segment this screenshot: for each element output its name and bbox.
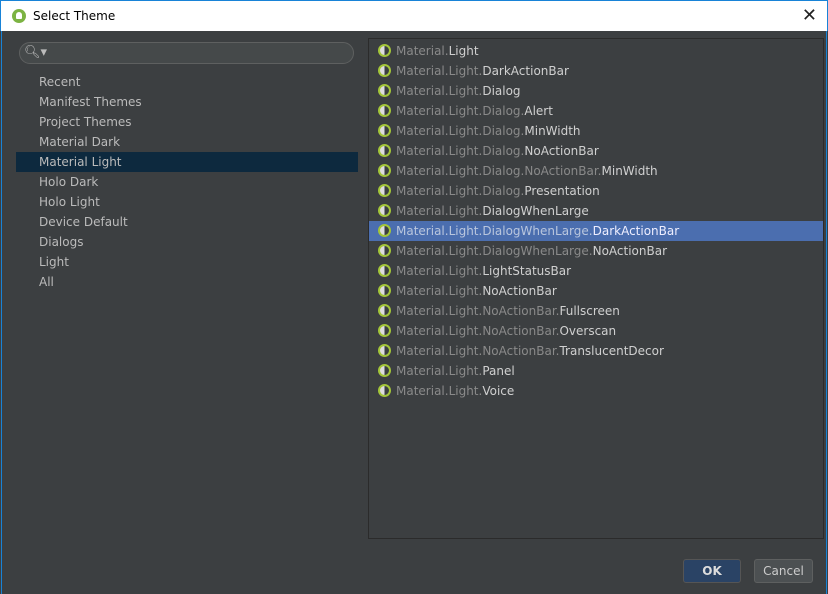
cancel-button[interactable]: Cancel — [754, 559, 813, 583]
category-item[interactable]: Holo Light — [16, 192, 358, 212]
theme-prefix: Material.Light.NoActionBar. — [396, 324, 560, 338]
theme-item[interactable]: Material.Light.NoActionBar — [369, 281, 823, 301]
theme-icon — [378, 204, 391, 217]
theme-icon — [378, 144, 391, 157]
theme-suffix: Fullscreen — [559, 304, 620, 318]
search-input[interactable]: 🔍︎▾ — [19, 42, 354, 64]
theme-prefix: Material.Light. — [396, 364, 483, 378]
theme-suffix: DialogWhenLarge — [482, 204, 589, 218]
theme-prefix: Material.Light. — [396, 264, 483, 278]
theme-icon — [378, 84, 391, 97]
theme-item[interactable]: Material.Light.Panel — [369, 361, 823, 381]
theme-prefix: Material.Light. — [396, 84, 483, 98]
theme-icon — [378, 44, 391, 57]
theme-suffix: Panel — [482, 364, 515, 378]
category-item[interactable]: Device Default — [16, 212, 358, 232]
theme-prefix: Material.Light.Dialog. — [396, 124, 525, 138]
theme-icon — [378, 384, 391, 397]
category-item[interactable]: Holo Dark — [16, 172, 358, 192]
theme-prefix: Material.Light.Dialog. — [396, 144, 525, 158]
theme-prefix: Material.Light.NoActionBar. — [396, 304, 560, 318]
theme-suffix: NoActionBar — [524, 144, 599, 158]
ok-button[interactable]: OK — [683, 559, 741, 583]
theme-item[interactable]: Material.Light.DialogWhenLarge.DarkActio… — [369, 221, 823, 241]
theme-prefix: Material.Light.NoActionBar. — [396, 344, 560, 358]
theme-prefix: Material.Light.DialogWhenLarge. — [396, 244, 593, 258]
theme-item[interactable]: Material.Light.NoActionBar.Overscan — [369, 321, 823, 341]
theme-suffix: Dialog — [482, 84, 521, 98]
theme-icon — [378, 104, 391, 117]
theme-item[interactable]: Material.Light.NoActionBar.Fullscreen — [369, 301, 823, 321]
theme-prefix: Material.Light.Dialog.NoActionBar. — [396, 164, 602, 178]
search-icon[interactable]: 🔍︎▾ — [24, 45, 47, 60]
category-item[interactable]: Material Light — [16, 152, 358, 172]
theme-icon — [378, 184, 391, 197]
theme-suffix: Alert — [524, 104, 553, 118]
theme-item[interactable]: Material.Light.Voice — [369, 381, 823, 401]
theme-icon — [378, 304, 391, 317]
theme-suffix: Voice — [482, 384, 515, 398]
theme-icon — [378, 244, 391, 257]
theme-prefix: Material.Light. — [396, 64, 483, 78]
theme-list: Material.Light Material.Light.DarkActionB… — [368, 38, 824, 539]
title-bar: Select Theme ✕ — [0, 0, 828, 31]
category-item[interactable]: Project Themes — [16, 112, 358, 132]
android-studio-icon — [12, 9, 26, 23]
theme-suffix: NoActionBar — [592, 244, 668, 258]
theme-suffix: DarkActionBar — [592, 224, 680, 238]
theme-prefix: Material.Light.Dialog. — [396, 104, 525, 118]
category-item[interactable]: Recent — [16, 72, 358, 92]
dialog-body: 🔍︎▾ Recent Manifest Themes Project Themes M… — [1, 31, 827, 594]
theme-suffix: Light — [448, 44, 479, 58]
theme-icon — [378, 164, 391, 177]
theme-suffix: TranslucentDecor — [559, 344, 664, 358]
theme-item[interactable]: Material.Light.Dialog — [369, 81, 823, 101]
theme-prefix: Material.Light.Dialog. — [396, 184, 525, 198]
theme-icon — [378, 344, 391, 357]
theme-suffix: DarkActionBar — [482, 64, 569, 78]
theme-icon — [378, 124, 391, 137]
theme-icon — [378, 284, 391, 297]
theme-icon — [378, 324, 391, 337]
theme-icon — [378, 64, 391, 77]
theme-prefix: Material.Light. — [396, 284, 483, 298]
close-icon[interactable]: ✕ — [802, 5, 817, 26]
window-title: Select Theme — [33, 9, 116, 23]
theme-icon — [378, 264, 391, 277]
theme-suffix: NoActionBar — [482, 284, 557, 298]
theme-item[interactable]: Material.Light.DialogWhenLarge — [369, 201, 823, 221]
category-item[interactable]: Material Dark — [16, 132, 358, 152]
theme-item[interactable]: Material.Light — [369, 41, 823, 61]
category-item[interactable]: All — [16, 272, 358, 292]
theme-suffix: Overscan — [559, 324, 617, 338]
theme-suffix: LightStatusBar — [482, 264, 572, 278]
theme-item[interactable]: Material.Light.Dialog.MinWidth — [369, 121, 823, 141]
theme-item[interactable]: Material.Light.Dialog.Alert — [369, 101, 823, 121]
theme-prefix: Material.Light. — [396, 384, 483, 398]
theme-icon — [378, 224, 391, 237]
theme-item[interactable]: Material.Light.NoActionBar.TranslucentDe… — [369, 341, 823, 361]
theme-suffix: Presentation — [524, 184, 600, 198]
theme-prefix: Material. — [396, 44, 449, 58]
theme-item[interactable]: Material.Light.Dialog.NoActionBar.MinWid… — [369, 161, 823, 181]
category-item[interactable]: Dialogs — [16, 232, 358, 252]
theme-icon — [378, 364, 391, 377]
theme-suffix: MinWidth — [601, 164, 658, 178]
theme-item[interactable]: Material.Light.LightStatusBar — [369, 261, 823, 281]
category-item[interactable]: Manifest Themes — [16, 92, 358, 112]
theme-prefix: Material.Light.DialogWhenLarge. — [396, 224, 593, 238]
theme-suffix: MinWidth — [524, 124, 581, 138]
category-list: Recent Manifest Themes Project Themes Mater… — [16, 72, 358, 292]
theme-item[interactable]: Material.Light.DialogWhenLarge.NoActionB… — [369, 241, 823, 261]
theme-item[interactable]: Material.Light.Dialog.Presentation — [369, 181, 823, 201]
category-item[interactable]: Light — [16, 252, 358, 272]
theme-item[interactable]: Material.Light.Dialog.NoActionBar — [369, 141, 823, 161]
theme-item[interactable]: Material.Light.DarkActionBar — [369, 61, 823, 81]
theme-prefix: Material.Light. — [396, 204, 483, 218]
